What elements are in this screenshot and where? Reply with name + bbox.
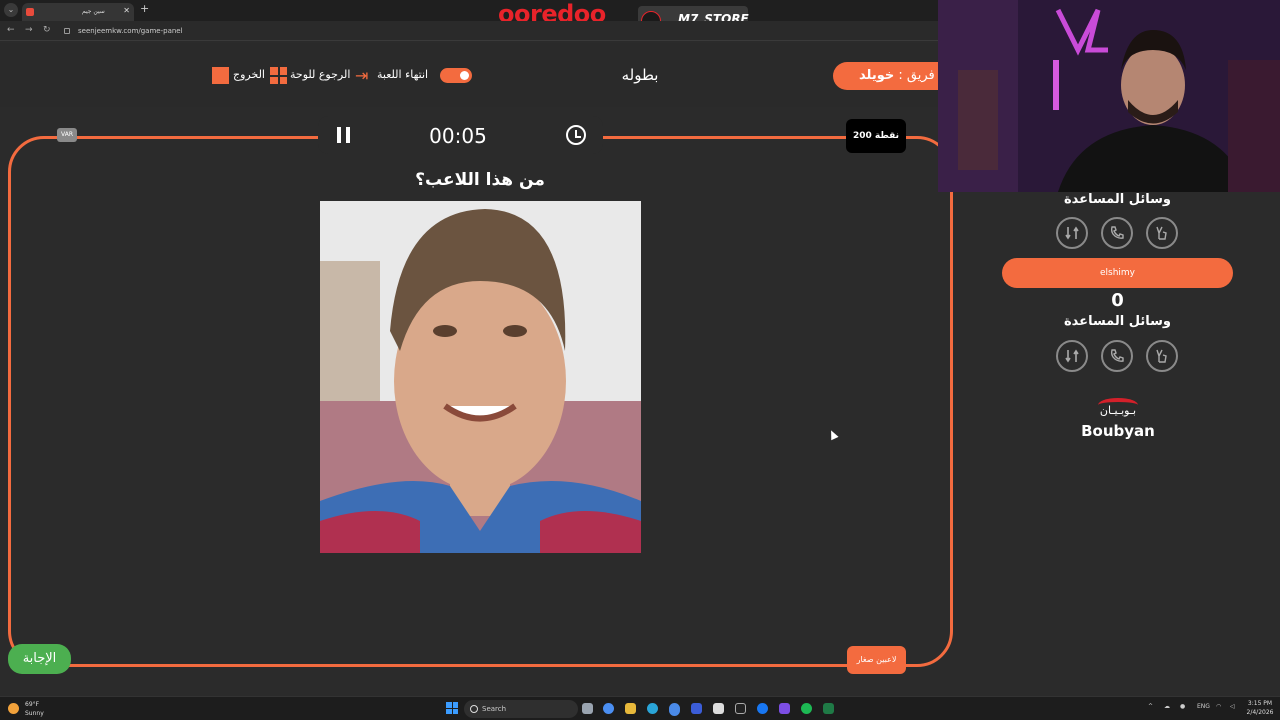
aids-title-team2: وسائل المساعدة: [1064, 314, 1171, 329]
windows-taskbar: 69°F Sunny Search ^ ☁ ● ENG ◠ ◁ 3:15 PM …: [0, 696, 1280, 720]
team-score: 0: [1111, 290, 1124, 311]
language-indicator[interactable]: ENG: [1197, 703, 1210, 710]
url-field[interactable]: seenjeemkw.com/game-panel: [60, 24, 460, 38]
boubyan-english: Boubyan: [1081, 422, 1155, 440]
aids-title-team1: وسائل المساعدة: [1064, 192, 1171, 207]
exit-door-icon[interactable]: [212, 67, 229, 84]
back-to-board-button[interactable]: الرجوع للوحة: [290, 68, 350, 81]
back-arrow-icon[interactable]: ←: [7, 25, 15, 35]
wifi-icon[interactable]: ◠: [1216, 703, 1221, 710]
toggle-knob: [460, 71, 469, 80]
webcam-overlay: [938, 0, 1280, 192]
taskbar-clock[interactable]: 3:15 PM 2/4/2026: [1246, 699, 1274, 717]
game-toggle[interactable]: [440, 68, 472, 83]
tray-sync-icon[interactable]: ☁: [1164, 703, 1170, 710]
temperature: 69°F: [25, 701, 40, 708]
facebook-icon[interactable]: [757, 703, 768, 714]
timer-bar: 00:05: [318, 116, 603, 154]
tab-title: سين جيم: [82, 8, 105, 15]
player-name-pill: elshimy: [1002, 258, 1233, 288]
tab-favicon-icon: [26, 8, 34, 16]
exit-button[interactable]: الخروج: [233, 68, 265, 81]
clock-date: 2/4/2026: [1246, 709, 1274, 716]
var-badge[interactable]: VAR: [57, 128, 77, 142]
forward-arrow-icon[interactable]: →: [25, 25, 33, 35]
edge-icon[interactable]: [647, 703, 658, 714]
swap-aid-icon[interactable]: [1056, 217, 1088, 249]
reload-icon[interactable]: ↻: [43, 25, 51, 35]
task-view-icon[interactable]: [582, 703, 593, 714]
site-info-icon[interactable]: [64, 28, 70, 34]
phone-aid-icon[interactable]: [1101, 217, 1133, 249]
url-text: seenjeemkw.com/game-panel: [78, 27, 183, 35]
spotify-icon[interactable]: [801, 703, 812, 714]
answer-button[interactable]: الإجابة: [8, 644, 71, 674]
page-title: بطوله: [621, 66, 659, 84]
player-photo: [320, 201, 641, 553]
tab-list-chevron-icon[interactable]: ⌄: [4, 3, 18, 17]
taskbar-search-input[interactable]: Search: [464, 700, 578, 718]
two-answers-aid-icon[interactable]: [1146, 217, 1178, 249]
end-game-button[interactable]: انتهاء اللعبة: [377, 68, 428, 81]
pause-icon[interactable]: [337, 127, 351, 143]
new-tab-button[interactable]: +: [140, 2, 149, 15]
browser-tab[interactable]: سين جيم ✕: [22, 3, 134, 21]
team-name: خويلد: [859, 68, 895, 83]
mic-icon[interactable]: ●: [1180, 703, 1185, 710]
boubyan-logo: بـوبـيـان Boubyan: [1078, 398, 1158, 442]
calendar-icon[interactable]: [713, 703, 724, 714]
game-header: الخروج الرجوع للوحة ⇥ انتهاء اللعبة بطول…: [0, 43, 940, 107]
two-answers-aid-icon[interactable]: [1146, 340, 1178, 372]
address-bar: ← → ↻ seenjeemkw.com/game-panel: [0, 21, 940, 41]
sun-icon: [8, 703, 19, 714]
board-grid-icon[interactable]: [270, 67, 287, 84]
tab-close-icon[interactable]: ✕: [123, 6, 130, 15]
capcut-icon[interactable]: [735, 703, 746, 714]
chrome-icon[interactable]: [669, 703, 680, 714]
end-game-arrow-icon[interactable]: ⇥: [355, 67, 372, 84]
reset-timer-icon[interactable]: [566, 125, 586, 145]
team-pill: فريق : خويلد: [833, 62, 940, 90]
app-icon[interactable]: [779, 703, 790, 714]
browser-tab-bar: ⌄ سين جيم ✕ +: [0, 0, 940, 21]
timer-display: 00:05: [429, 124, 487, 148]
excel-icon[interactable]: [823, 703, 834, 714]
file-explorer-icon[interactable]: [625, 703, 636, 714]
team-prefix: فريق :: [898, 68, 935, 83]
clock-time: 3:15 PM: [1247, 700, 1273, 707]
question-text: من هذا اللاعب؟: [415, 170, 545, 190]
windows-start-icon[interactable]: [446, 702, 458, 714]
swap-aid-icon[interactable]: [1056, 340, 1088, 372]
volume-icon[interactable]: ◁: [1230, 703, 1235, 710]
category-badge: لاعبين صغار: [847, 646, 906, 674]
weather-condition: Sunny: [25, 710, 44, 717]
points-badge: 200 نقطة: [846, 119, 906, 153]
boubyan-arabic: بـوبـيـان: [1099, 404, 1137, 417]
phone-aid-icon[interactable]: [1101, 340, 1133, 372]
tray-chevron-icon[interactable]: ^: [1148, 703, 1153, 710]
discord-icon[interactable]: [691, 703, 702, 714]
copilot-icon[interactable]: [603, 703, 614, 714]
